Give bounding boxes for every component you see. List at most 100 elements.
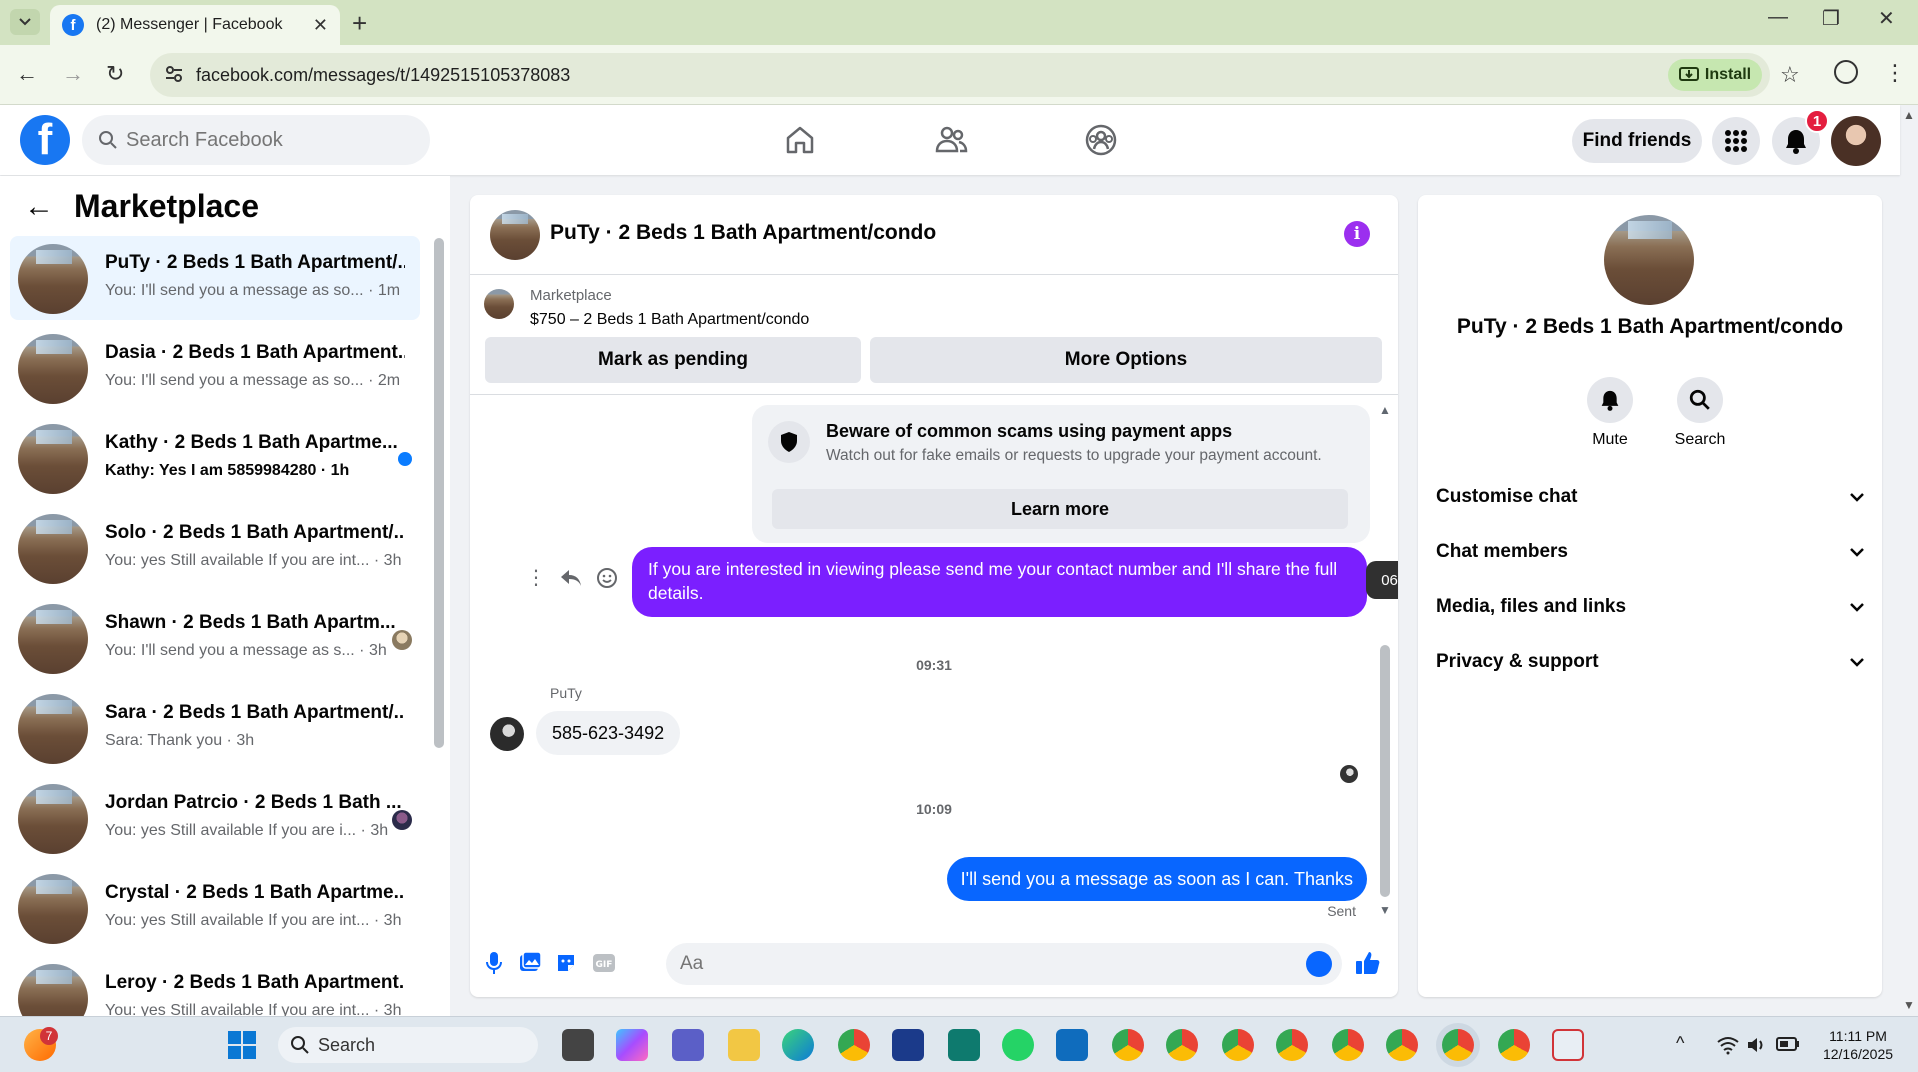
volume-icon[interactable]	[1746, 1035, 1768, 1055]
message-input[interactable]	[680, 950, 1280, 978]
outgoing-message[interactable]: If you are interested in viewing please …	[632, 547, 1367, 617]
listing-thumbnail[interactable]	[1604, 215, 1694, 305]
taskbar-search[interactable]: Search	[278, 1027, 538, 1063]
app-icon[interactable]	[948, 1029, 980, 1061]
system-clock[interactable]: 11:11 PM 12/16/2025	[1810, 1027, 1906, 1063]
listing-thumbnail[interactable]	[484, 289, 514, 319]
media-files-links-section[interactable]: Media, files and links	[1436, 587, 1864, 627]
contact-avatar[interactable]	[490, 717, 524, 751]
react-emoji-icon[interactable]	[596, 567, 618, 589]
outgoing-message[interactable]: I'll send you a message as soon as I can…	[946, 857, 1367, 901]
reply-icon[interactable]	[560, 569, 582, 587]
chrome-profile-icon[interactable]	[1112, 1029, 1144, 1061]
gif-icon[interactable]: GIF	[590, 949, 618, 977]
chrome-profile-icon[interactable]	[1498, 1029, 1530, 1061]
chrome-profile-icon[interactable]	[1222, 1029, 1254, 1061]
conversation-item[interactable]: Sara · 2 Beds 1 Bath Apartment/... Sara:…	[10, 686, 420, 770]
chrome-icon[interactable]	[838, 1029, 870, 1061]
home-icon[interactable]	[782, 122, 818, 158]
chat-members-section[interactable]: Chat members	[1436, 532, 1864, 572]
account-avatar[interactable]	[1831, 116, 1881, 166]
chrome-profile-icon[interactable]	[1276, 1029, 1308, 1061]
tab-search-button[interactable]	[10, 9, 40, 35]
conversation-item[interactable]: Crystal · 2 Beds 1 Bath Apartme... You: …	[10, 866, 420, 950]
incoming-message[interactable]: 585-623-3492	[536, 711, 681, 755]
back-arrow-icon[interactable]: ←	[24, 190, 54, 224]
browser-profile-icon[interactable]	[1834, 60, 1858, 84]
edge-icon[interactable]	[782, 1029, 814, 1061]
more-options-button[interactable]: More Options	[870, 337, 1382, 383]
emoji-icon[interactable]	[1306, 951, 1332, 977]
sticker-icon[interactable]	[552, 949, 580, 977]
friends-icon[interactable]	[933, 122, 969, 158]
thumbs-up-icon[interactable]	[1354, 949, 1382, 977]
install-app-button[interactable]: Install	[1668, 59, 1762, 91]
menu-grid-button[interactable]	[1712, 117, 1760, 165]
whatsapp-icon[interactable]	[1002, 1029, 1034, 1061]
chrome-profile-icon[interactable]	[1332, 1029, 1364, 1061]
reload-icon[interactable]: ↻	[106, 61, 124, 87]
page-scroll-down-arrow-icon[interactable]: ▼	[1903, 998, 1915, 1012]
forward-arrow-icon[interactable]: →	[62, 61, 84, 87]
conversation-item[interactable]: Leroy · 2 Beds 1 Bath Apartment... You: …	[10, 956, 420, 1016]
conversation-item[interactable]: Jordan Patrcio · 2 Beds 1 Bath ... You: …	[10, 776, 420, 860]
restore-window-icon[interactable]: ❐	[1822, 6, 1840, 31]
more-actions-icon[interactable]: ⋮	[526, 565, 546, 590]
facebook-logo[interactable]: f	[20, 115, 70, 165]
listing-title[interactable]: $750 – 2 Beds 1 Bath Apartment/condo	[530, 311, 809, 329]
teams-icon[interactable]	[672, 1029, 704, 1061]
site-settings-icon[interactable]	[164, 64, 184, 84]
customise-chat-section[interactable]: Customise chat	[1436, 477, 1864, 517]
address-bar[interactable]: facebook.com/messages/t/1492515105378083…	[150, 53, 1800, 97]
privacy-support-section[interactable]: Privacy & support	[1436, 642, 1864, 682]
conversation-item[interactable]: Kathy · 2 Beds 1 Bath Apartme... Kathy: …	[10, 416, 420, 500]
facebook-search[interactable]	[82, 115, 430, 165]
conversation-list-scrollbar[interactable]	[434, 238, 444, 748]
bookmark-star-icon[interactable]: ☆	[1780, 62, 1800, 88]
conversation-item[interactable]: PuTy · 2 Beds 1 Bath Apartment/... You: …	[10, 236, 420, 320]
mark-as-pending-button[interactable]: Mark as pending	[485, 337, 861, 383]
minimize-window-icon[interactable]: —	[1768, 6, 1788, 29]
chat-scrollbar[interactable]	[1380, 645, 1390, 897]
scroll-down-arrow-icon[interactable]: ▼	[1379, 903, 1391, 917]
search-conversation-button[interactable]: Search	[1660, 377, 1740, 449]
close-tab-icon[interactable]: ✕	[313, 15, 328, 36]
page-scroll-up-arrow-icon[interactable]: ▲	[1903, 108, 1915, 122]
search-input[interactable]	[126, 125, 416, 155]
info-icon[interactable]: i	[1344, 221, 1370, 247]
browser-menu-icon[interactable]: ⋮	[1884, 60, 1906, 86]
mute-button[interactable]: Mute	[1570, 377, 1650, 449]
conversation-item[interactable]: Dasia · 2 Beds 1 Bath Apartment... You: …	[10, 326, 420, 410]
chrome-profile-icon[interactable]	[1386, 1029, 1418, 1061]
photo-icon[interactable]	[516, 949, 544, 977]
store-icon[interactable]	[892, 1029, 924, 1061]
chrome-profile-icon-active[interactable]	[1442, 1029, 1474, 1061]
chat-title[interactable]: PuTy · 2 Beds 1 Bath Apartment/condo	[550, 221, 936, 245]
windows-start-icon[interactable]	[226, 1029, 258, 1061]
snipping-tool-icon[interactable]	[1552, 1029, 1584, 1061]
conversation-item[interactable]: Shawn · 2 Beds 1 Bath Apartm... You: I'l…	[10, 596, 420, 680]
battery-icon[interactable]	[1776, 1037, 1800, 1051]
facebook-header: f Find friends 1	[0, 105, 1900, 175]
message-input-box[interactable]	[666, 943, 1342, 985]
chevron-up-icon[interactable]: ^	[1676, 1033, 1684, 1054]
copilot-icon[interactable]	[616, 1029, 648, 1061]
learn-more-button[interactable]: Learn more	[772, 489, 1348, 529]
microphone-icon[interactable]	[480, 949, 508, 977]
outlook-icon[interactable]	[1056, 1029, 1088, 1061]
wifi-icon[interactable]	[1716, 1035, 1740, 1055]
chrome-profile-icon[interactable]	[1166, 1029, 1198, 1061]
close-window-icon[interactable]: ✕	[1878, 6, 1895, 31]
scroll-up-arrow-icon[interactable]: ▲	[1379, 403, 1391, 417]
conversation-snippet: Kathy: Yes I am 5859984280 · 1h	[105, 462, 350, 479]
listing-thumbnail[interactable]	[490, 210, 540, 260]
file-explorer-icon[interactable]	[728, 1029, 760, 1061]
seen-avatar	[392, 810, 412, 830]
groups-icon[interactable]	[1083, 122, 1119, 158]
task-view-icon[interactable]	[562, 1029, 594, 1061]
back-arrow-icon[interactable]: ←	[16, 61, 38, 87]
browser-tab-messenger[interactable]: f (2) Messenger | Facebook ✕	[50, 5, 340, 45]
conversation-item[interactable]: Solo · 2 Beds 1 Bath Apartment/... You: …	[10, 506, 420, 590]
new-tab-button[interactable]: +	[352, 8, 367, 39]
find-friends-button[interactable]: Find friends	[1572, 119, 1702, 163]
